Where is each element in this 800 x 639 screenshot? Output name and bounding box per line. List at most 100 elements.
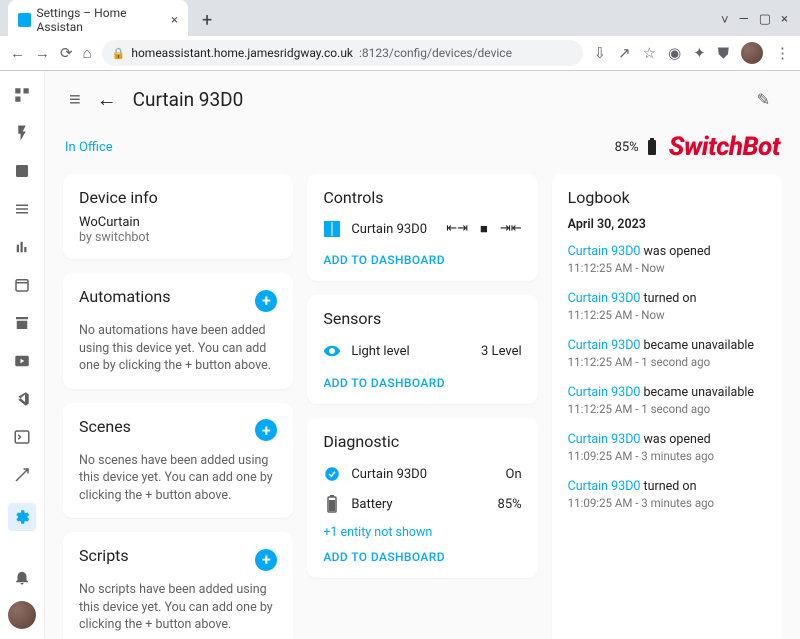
window-controls: ˅ — ▢ × (721, 12, 792, 28)
scenes-empty-text: No scenes have been added using this dev… (79, 452, 277, 505)
logbook-entry[interactable]: Curtain 93D0 turned on11:12:25 AM - Now (568, 287, 766, 322)
log-entity-link[interactable]: Curtain 93D0 (568, 385, 641, 400)
battery-icon (323, 495, 341, 513)
back-icon[interactable]: ← (10, 44, 25, 62)
log-entity-link[interactable]: Curtain 93D0 (568, 244, 641, 259)
shield-icon[interactable]: ⛊ (718, 44, 729, 62)
diagnostic-entity-row-1[interactable]: Curtain 93D0 On (323, 459, 521, 489)
add-automation-button[interactable]: + (255, 290, 277, 312)
battery-icon (643, 138, 661, 156)
battery-status: 85% (615, 138, 661, 156)
logbook-entry[interactable]: Curtain 93D0 was opened11:09:25 AM - 3 m… (568, 428, 766, 463)
eye-icon (323, 342, 341, 360)
logbook-date: April 30, 2023 (568, 217, 766, 232)
lock-icon: 🔒 (112, 47, 126, 60)
sidenav-devtools-icon[interactable] (12, 465, 32, 485)
extension-icon[interactable]: ◉ (668, 44, 681, 62)
diag-entity1-name: Curtain 93D0 (351, 467, 427, 482)
diagnostic-title: Diagnostic (323, 432, 521, 451)
controls-title: Controls (323, 188, 521, 207)
tab-title: Settings – Home Assistan (37, 6, 162, 34)
browser-tab[interactable]: Settings – Home Assistan × (8, 0, 188, 40)
share-icon[interactable]: ↗ (618, 44, 631, 62)
sidenav-energy-icon[interactable] (12, 123, 32, 143)
log-entity-link[interactable]: Curtain 93D0 (568, 338, 641, 353)
favicon-icon (18, 13, 31, 27)
log-time: 11:12:25 AM - 1 second ago (568, 402, 766, 416)
brand-logo: SwitchBot (669, 132, 780, 162)
log-action-text: was opened (640, 244, 710, 259)
sidenav-calendar-icon[interactable] (12, 275, 32, 295)
close-window-icon[interactable]: × (781, 12, 788, 28)
puzzle-icon[interactable]: ✦ (693, 44, 706, 62)
sidenav-settings-icon[interactable] (8, 503, 36, 531)
scripts-card: Scripts + No scripts have been added usi… (63, 532, 293, 639)
scripts-title: Scripts (79, 546, 129, 565)
logbook-title: Logbook (568, 188, 766, 207)
scenes-title: Scenes (79, 417, 131, 436)
area-link[interactable]: In Office (65, 140, 113, 155)
url-bar[interactable]: 🔒 homeassistant.home.jamesridgway.co.uk:… (102, 40, 584, 66)
device-info-title: Device info (79, 188, 277, 207)
log-action-text: turned on (640, 479, 696, 494)
sidenav-history-icon[interactable] (12, 237, 32, 257)
sidenav-notifications-icon[interactable] (12, 567, 32, 587)
diagnostic-more-link[interactable]: +1 entity not shown (323, 525, 521, 540)
new-tab-button[interactable]: + (196, 8, 218, 33)
sidenav-list-icon[interactable] (12, 199, 32, 219)
profile-avatar-icon[interactable] (741, 42, 763, 64)
subheader: In Office 85% SwitchBot (45, 122, 800, 166)
edit-button[interactable]: ✎ (757, 90, 770, 109)
automations-title: Automations (79, 287, 170, 306)
sidenav-vscode-icon[interactable] (12, 389, 32, 409)
sidenav-overview-icon[interactable] (12, 85, 32, 105)
device-model: WoCurtain (79, 215, 277, 230)
scripts-empty-text: No scripts have been added using this de… (79, 581, 277, 634)
menu-dots-icon[interactable]: ⋮ (775, 44, 790, 62)
sensor-entity-value: 3 Level (481, 344, 522, 359)
log-entity-link[interactable]: Curtain 93D0 (568, 291, 641, 306)
logbook-entry[interactable]: Curtain 93D0 became unavailable11:12:25 … (568, 334, 766, 369)
logbook-entry[interactable]: Curtain 93D0 was opened 11:12:25 AM - Now (568, 240, 766, 275)
add-script-button[interactable]: + (255, 549, 277, 571)
log-entity-link[interactable]: Curtain 93D0 (568, 432, 641, 447)
column-3: Logbook April 30, 2023 Curtain 93D0 was … (552, 174, 782, 639)
log-entity-link[interactable]: Curtain 93D0 (568, 479, 641, 494)
add-scene-button[interactable]: + (255, 419, 277, 441)
sensor-entity-row[interactable]: Light level 3 Level (323, 336, 521, 366)
close-tab-icon[interactable]: × (171, 13, 178, 28)
diag-entity2-value: 85% (498, 497, 522, 512)
menu-hamburger-icon[interactable]: ≡ (69, 87, 81, 112)
cover-open-icon[interactable]: ⇤⇥ (446, 221, 468, 237)
sidenav-terminal-icon[interactable] (12, 427, 32, 447)
app: ≡ ← Curtain 93D0 ✎ In Office 85% SwitchB… (0, 71, 800, 639)
logbook-entry[interactable]: Curtain 93D0 became unavailable11:12:25 … (568, 381, 766, 416)
cover-stop-icon[interactable]: ■ (480, 221, 488, 237)
back-button[interactable]: ← (97, 87, 117, 112)
forward-icon[interactable]: → (35, 44, 50, 62)
maximize-icon[interactable]: ▢ (759, 12, 771, 28)
device-manufacturer: by switchbot (79, 230, 277, 245)
sidenav-map-icon[interactable] (12, 161, 32, 181)
sidenav-user-avatar[interactable] (8, 601, 36, 629)
minimize-icon[interactable]: — (739, 12, 749, 28)
controls-add-dashboard-link[interactable]: ADD TO DASHBOARD (323, 253, 521, 267)
log-time: 11:12:25 AM - Now (568, 308, 766, 322)
reload-icon[interactable]: ⟳ (60, 44, 73, 62)
logbook-entry[interactable]: Curtain 93D0 turned on11:09:25 AM - 3 mi… (568, 475, 766, 510)
sensors-add-dashboard-link[interactable]: ADD TO DASHBOARD (323, 376, 521, 390)
install-icon[interactable]: ⇩ (593, 44, 606, 62)
log-time: 11:12:25 AM - Now (568, 261, 766, 275)
sidenav-shopping-icon[interactable] (12, 313, 32, 333)
page-title: Curtain 93D0 (133, 88, 244, 111)
controls-card: Controls Curtain 93D0 ⇤⇥ ■ ⇥⇤ ADD TO DAS… (307, 174, 537, 281)
sidenav-media-icon[interactable] (12, 351, 32, 371)
window-caret-icon[interactable]: ˅ (721, 12, 729, 28)
bookmark-icon[interactable]: ☆ (643, 44, 656, 62)
controls-entity-row[interactable]: Curtain 93D0 ⇤⇥ ■ ⇥⇤ (323, 215, 521, 243)
cover-close-icon[interactable]: ⇥⇤ (500, 221, 522, 237)
diagnostic-add-dashboard-link[interactable]: ADD TO DASHBOARD (323, 550, 521, 564)
diagnostic-entity-row-2[interactable]: Battery 85% (323, 489, 521, 519)
sensors-card: Sensors Light level 3 Level ADD TO DASHB… (307, 295, 537, 404)
home-icon[interactable]: ⌂ (83, 44, 92, 62)
